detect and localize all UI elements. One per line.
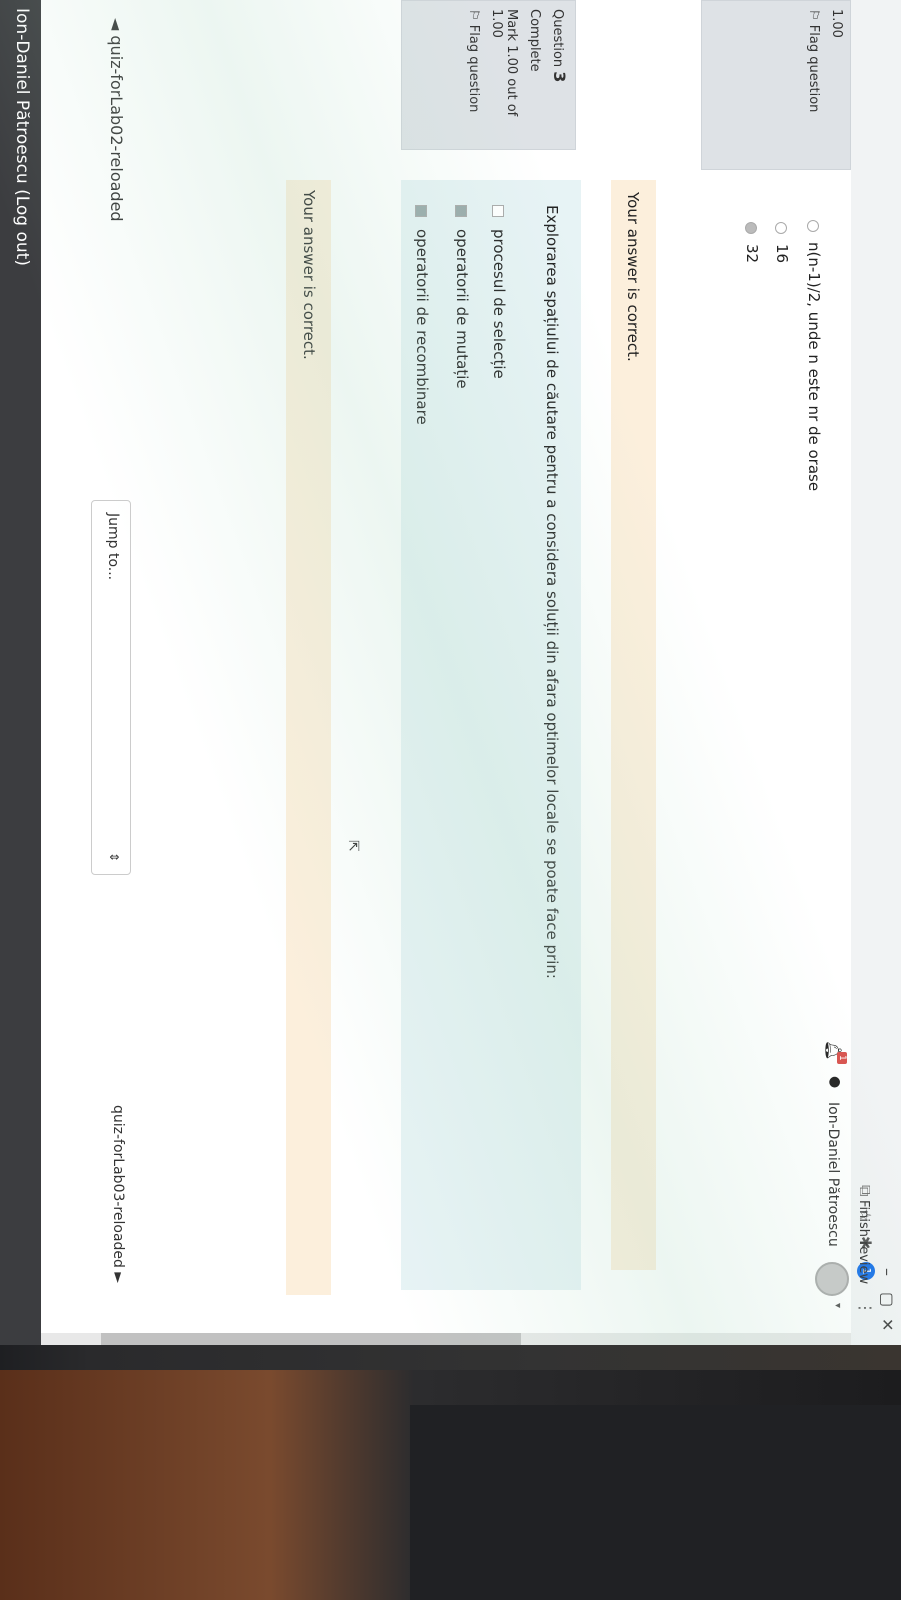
answer-option[interactable]: operatorii de recombinare	[413, 205, 431, 425]
logout-link[interactable]: Ion-Daniel Pătroescu (Log out)	[12, 8, 32, 266]
question-status: Complete	[527, 9, 542, 72]
mouse-cursor-icon: ⇱	[345, 840, 361, 852]
finish-review-link[interactable]: Finish review	[856, 1200, 871, 1284]
radio-button[interactable]	[745, 222, 758, 234]
answer-option[interactable]: procesul de selecție	[490, 205, 508, 379]
chevron-down-icon[interactable]: ▾	[832, 1303, 843, 1308]
minimize-icon[interactable]: –	[878, 1268, 897, 1276]
keyboard-area	[410, 1405, 901, 1600]
page-footer: Ion-Daniel Pătroescu (Log out)	[0, 0, 41, 1345]
option-label: operatorii de mutație	[453, 229, 471, 389]
flag-label: Flag question	[466, 24, 481, 113]
menu-icon[interactable]: ⋮	[856, 1300, 875, 1316]
checkbox[interactable]	[415, 205, 428, 217]
notification-count: 1	[837, 1052, 847, 1064]
user-name[interactable]: Ion-Daniel Pătroescu	[825, 1102, 841, 1247]
option-label: 16	[773, 244, 791, 264]
feedback-box: Your answer is correct.	[611, 180, 656, 1270]
flag-question-button[interactable]: ⚐ Flag question	[806, 9, 821, 161]
answer-option[interactable]: 32	[743, 222, 761, 263]
checkbox[interactable]	[492, 205, 505, 217]
next-activity-link[interactable]: quiz-forLab03-reloaded ►	[110, 1105, 126, 1283]
option-label: n(n-1)/2, unde n este nr de orase	[805, 242, 823, 492]
answer-option[interactable]: n(n-1)/2, unde n este nr de orase	[805, 220, 823, 491]
question-number: 3	[550, 71, 569, 83]
option-label: operatorii de recombinare	[413, 229, 431, 425]
radio-button[interactable]	[775, 222, 788, 234]
question-label: Question	[550, 9, 565, 68]
bookmark-icon[interactable]: ⧉	[855, 1185, 875, 1196]
option-label: 32	[743, 244, 761, 264]
radio-button[interactable]	[807, 220, 820, 232]
flag-icon: ⚐	[466, 9, 481, 21]
browser-screen: – ▢ ✕ ⧉ ☆ ✱ 1 ⋮ 🔔︎ 1 ● Ion-Daniel Pătroe…	[0, 0, 901, 1345]
feedback-box: Your answer is correct.	[286, 180, 331, 1295]
close-icon[interactable]: ✕	[878, 1318, 897, 1331]
question-info-q3: Question 3 Complete Mark 1.00 out of 1.0…	[401, 0, 576, 150]
jump-to-select[interactable]: Jump to... ⇕	[91, 500, 131, 875]
photo-scene: – ▢ ✕ ⧉ ☆ ✱ 1 ⋮ 🔔︎ 1 ● Ion-Daniel Pătroe…	[0, 0, 901, 1600]
answer-option[interactable]: 16	[773, 222, 791, 263]
select-caret-icon: ⇕	[107, 851, 121, 862]
chat-icon[interactable]: ●	[827, 1076, 843, 1088]
question-heading: Question 3	[550, 9, 569, 141]
flag-icon: ⚐	[806, 9, 821, 21]
flag-question-button[interactable]: ⚐ Flag question	[466, 9, 481, 141]
option-label: procesul de selecție	[490, 229, 508, 379]
avatar[interactable]	[815, 1262, 849, 1296]
question-info-prev: 1.00 ⚐ Flag question	[701, 0, 851, 170]
maximize-icon[interactable]: ▢	[878, 1292, 897, 1307]
previous-activity-link[interactable]: ◄ quiz-forLab02-reloaded	[107, 18, 126, 222]
scrollbar[interactable]	[41, 1333, 851, 1345]
checkbox[interactable]	[455, 205, 468, 217]
question-mark: Mark 1.00 out of 1.00	[489, 9, 519, 117]
question-text: Explorarea spațiului de căutare pentru a…	[543, 205, 561, 979]
jump-to-label: Jump to...	[105, 513, 121, 581]
browser-toolbar: – ▢ ✕ ⧉ ☆ ✱ 1 ⋮	[850, 0, 901, 1345]
mark-value: 1.00	[829, 9, 844, 38]
flag-label: Flag question	[806, 24, 821, 113]
answer-option[interactable]: operatorii de mutație	[453, 205, 471, 389]
scrollbar-thumb[interactable]	[101, 1333, 521, 1345]
